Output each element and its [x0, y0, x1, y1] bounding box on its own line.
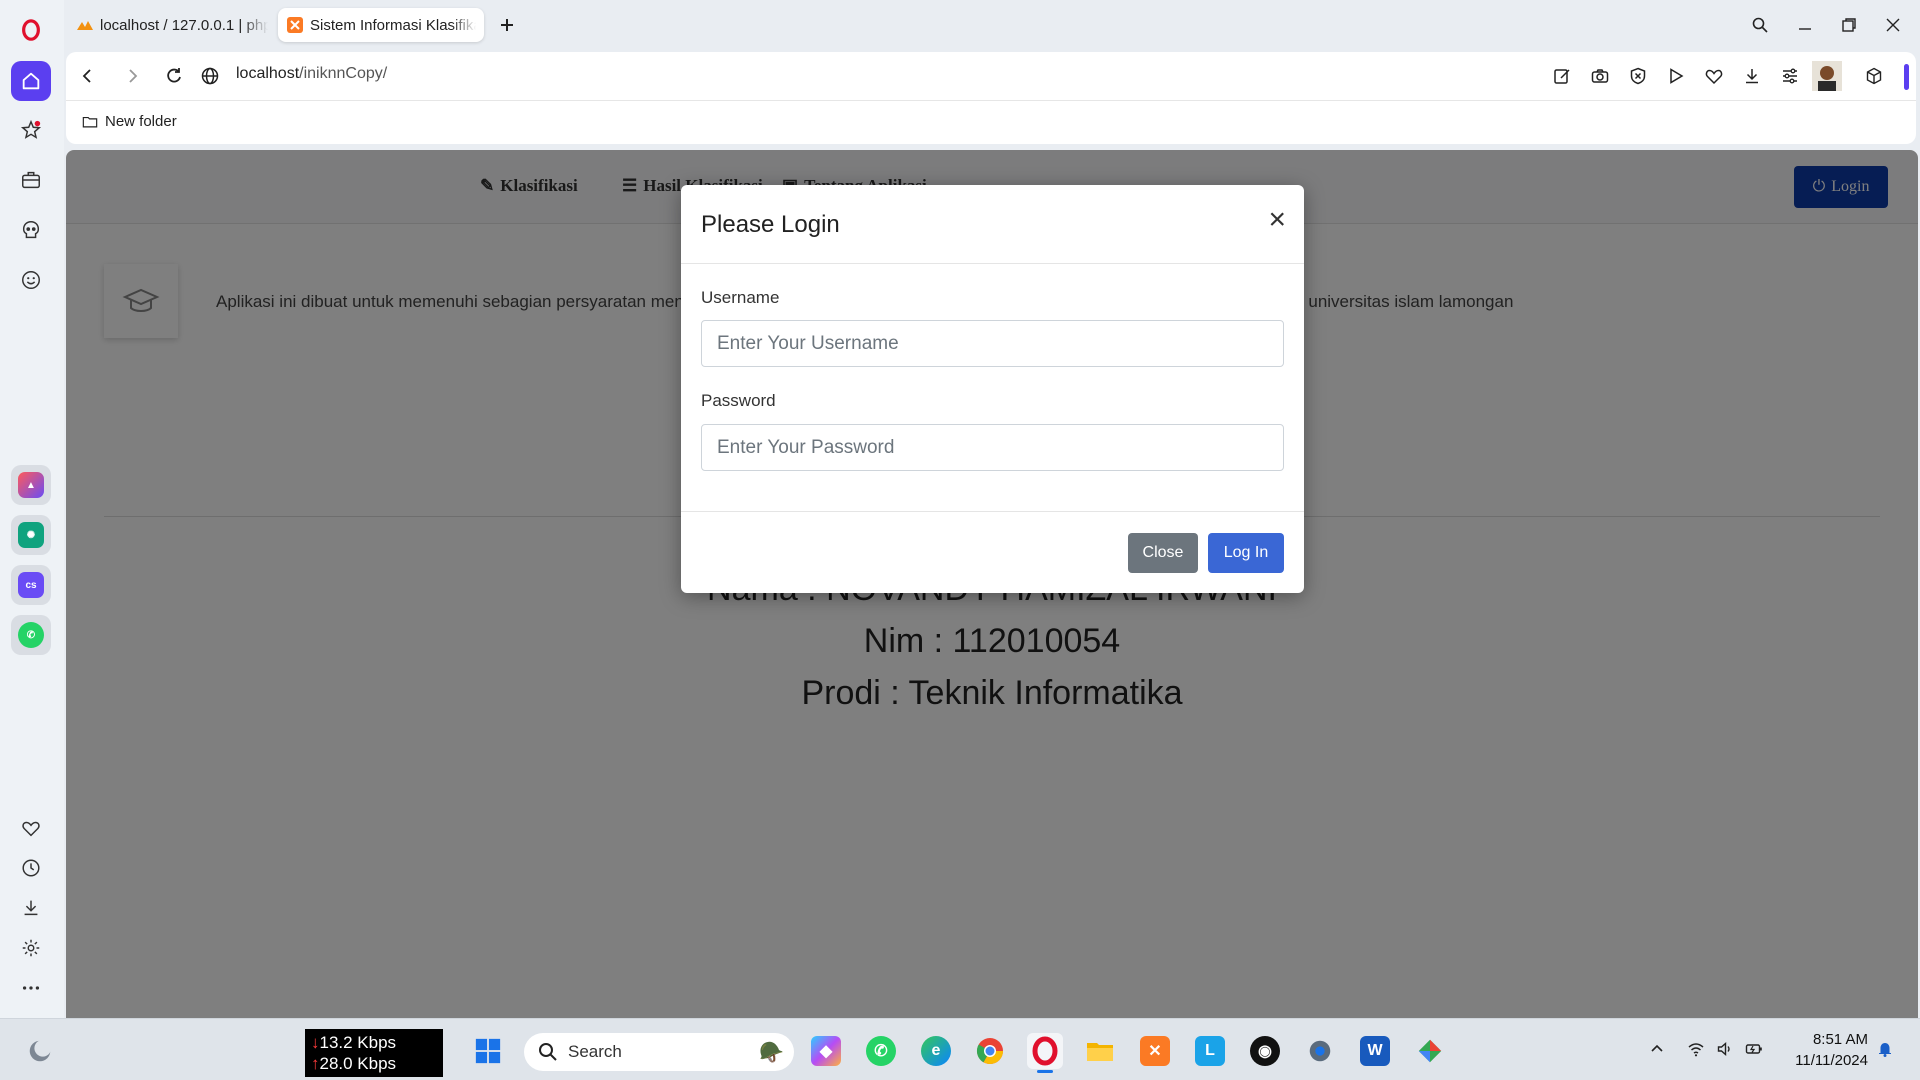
- cube-icon[interactable]: [1862, 64, 1886, 88]
- modal-footer: Close Log In: [681, 511, 1304, 593]
- battery-icon[interactable]: [1743, 1038, 1765, 1060]
- chrome-icon[interactable]: [972, 1033, 1008, 1069]
- system-clock[interactable]: 8:51 AM 11/11/2024: [1784, 1029, 1868, 1071]
- network-speed-meter: ↓13.2 Kbps ↑28.0 Kbps: [305, 1029, 443, 1077]
- reload-icon[interactable]: [162, 64, 186, 88]
- close-icon[interactable]: ×: [1268, 205, 1286, 235]
- file-explorer-icon[interactable]: [1082, 1033, 1118, 1069]
- workspaces-icon[interactable]: [11, 160, 51, 200]
- whatsapp-taskbar-icon[interactable]: ✆: [863, 1033, 899, 1069]
- word-icon[interactable]: W: [1357, 1033, 1393, 1069]
- cs-app-icon[interactable]: cs: [11, 565, 51, 605]
- chevron-up-icon[interactable]: [1646, 1038, 1668, 1060]
- clock-date: 11/11/2024: [1795, 1052, 1868, 1069]
- username-input[interactable]: [701, 320, 1284, 367]
- tab-label: localhost / 127.0.0.1 | phpMyAdmin: [100, 16, 268, 34]
- down-arrow-icon: ↓: [311, 1033, 320, 1052]
- phpmyadmin-icon: [76, 16, 94, 34]
- login-modal: Please Login × Username Password Close L…: [681, 185, 1304, 593]
- more-icon[interactable]: [11, 968, 51, 1008]
- username-label: Username: [701, 288, 780, 307]
- url-path: /iniknnCopy/: [299, 65, 388, 82]
- whatsapp-app-icon[interactable]: ✆: [11, 615, 51, 655]
- volume-icon[interactable]: [1714, 1038, 1736, 1060]
- settings-icon[interactable]: [11, 928, 51, 968]
- edge-icon[interactable]: e: [918, 1033, 954, 1069]
- heart-icon[interactable]: [1702, 64, 1726, 88]
- up-arrow-icon: ↑: [311, 1054, 320, 1073]
- gem-app-icon[interactable]: [1412, 1033, 1448, 1069]
- tab-strip: localhost / 127.0.0.1 | phpMyAdmin Siste…: [64, 0, 1920, 50]
- profile-avatar[interactable]: [1812, 61, 1842, 91]
- password-input[interactable]: [701, 424, 1284, 471]
- opera-sidebar: ▲ ✺ cs ✆: [0, 0, 64, 1018]
- back-icon[interactable]: [76, 64, 100, 88]
- easy-setup-icon[interactable]: [1778, 64, 1802, 88]
- downloads-icon[interactable]: [11, 888, 51, 928]
- address-toolbar: localhost/iniknnCopy/: [66, 52, 1916, 100]
- favorites-icon[interactable]: [11, 808, 51, 848]
- modal-title: Please Login: [701, 211, 840, 238]
- player-icon[interactable]: [1664, 64, 1688, 88]
- minimize-icon[interactable]: [1792, 12, 1818, 38]
- folder-icon: [82, 116, 98, 127]
- notification-bell-icon[interactable]: [1874, 1038, 1896, 1060]
- search-highlight-icon: 🪖: [759, 1041, 784, 1064]
- search-label: Search: [568, 1042, 622, 1061]
- adblock-icon[interactable]: [1626, 64, 1650, 88]
- close-window-icon[interactable]: [1880, 12, 1906, 38]
- taskbar-search[interactable]: Search 🪖: [524, 1033, 794, 1071]
- windows-start-icon[interactable]: [470, 1033, 506, 1069]
- new-tab-icon[interactable]: [494, 12, 520, 38]
- xampp-taskbar-icon[interactable]: ✕: [1137, 1033, 1173, 1069]
- password-label: Password: [701, 391, 776, 410]
- address-bar[interactable]: localhost/iniknnCopy/: [236, 65, 387, 83]
- history-icon[interactable]: [11, 848, 51, 888]
- opera-logo-icon[interactable]: [11, 10, 51, 50]
- modal-header: Please Login ×: [681, 185, 1304, 264]
- github-icon[interactable]: ◉: [1247, 1033, 1283, 1069]
- sidebar-toggle-indicator[interactable]: [1904, 64, 1909, 90]
- xampp-icon: [286, 16, 304, 34]
- globe-icon: [198, 64, 222, 88]
- widgets-icon[interactable]: [22, 1033, 58, 1069]
- net-down: 13.2 Kbps: [319, 1033, 397, 1052]
- login-submit-button[interactable]: Log In: [1208, 533, 1284, 573]
- bookmark-new-folder[interactable]: New folder: [82, 113, 177, 130]
- copilot-icon[interactable]: ◆: [808, 1033, 844, 1069]
- restore-icon[interactable]: [1836, 12, 1862, 38]
- skull-icon[interactable]: [11, 210, 51, 250]
- clock-time: 8:51 AM: [1812, 1031, 1868, 1048]
- aria-app-icon[interactable]: ▲: [11, 465, 51, 505]
- chatgpt-app-icon[interactable]: ✺: [11, 515, 51, 555]
- camera-icon[interactable]: [1588, 64, 1612, 88]
- bookmarks-bar: New folder: [66, 100, 1916, 144]
- tab-label: Sistem Informasi Klasifikasi: [310, 16, 476, 34]
- opera-taskbar-icon[interactable]: [1027, 1033, 1063, 1073]
- extensions-icon[interactable]: [11, 110, 51, 150]
- emoji-icon[interactable]: [11, 260, 51, 300]
- close-button[interactable]: Close: [1128, 533, 1198, 573]
- search-icon: [539, 1043, 557, 1061]
- tab-phpmyadmin[interactable]: localhost / 127.0.0.1 | phpMyAdmin: [68, 8, 276, 42]
- tab-sistem-informasi[interactable]: Sistem Informasi Klasifikasi: [278, 8, 484, 42]
- search-tabs-icon[interactable]: [1747, 12, 1773, 38]
- snapshot-edit-icon[interactable]: [1550, 64, 1574, 88]
- windows-taskbar: ↓13.2 Kbps ↑28.0 Kbps Search 🪖 ◆ ✆ e ✕ L…: [0, 1018, 1920, 1080]
- url-host: localhost: [236, 65, 300, 82]
- wifi-icon[interactable]: [1685, 1038, 1707, 1060]
- l-app-icon[interactable]: L: [1192, 1033, 1228, 1069]
- active-indicator: [1037, 1070, 1053, 1073]
- settings-taskbar-icon[interactable]: [1302, 1033, 1338, 1069]
- bookmark-label: New folder: [105, 113, 177, 130]
- net-up: 28.0 Kbps: [319, 1054, 397, 1073]
- forward-icon[interactable]: [120, 64, 144, 88]
- download-icon[interactable]: [1740, 64, 1764, 88]
- home-icon[interactable]: [11, 61, 51, 101]
